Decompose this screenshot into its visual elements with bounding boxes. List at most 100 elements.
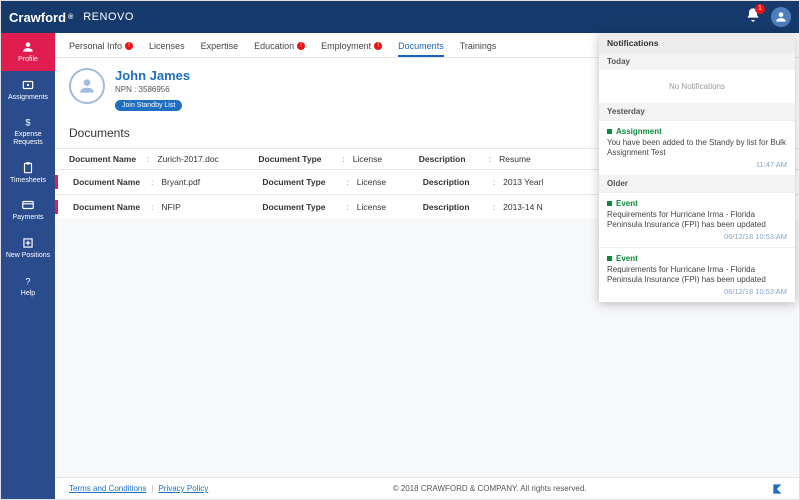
col-name-label: Document Name	[73, 202, 143, 212]
sidebar-item-timesheets[interactable]: Timesheets	[1, 154, 55, 192]
notif-tag: Assignment	[607, 127, 787, 136]
col-desc-label: Description	[419, 154, 481, 164]
svg-text:?: ?	[25, 276, 30, 286]
sidebar-item-assignments[interactable]: Assignments	[1, 71, 55, 109]
sidebar-label: Assignments	[8, 94, 48, 102]
notif-time: 06/12/18 10:53 AM	[607, 287, 787, 296]
tab-label: Trainings	[460, 41, 497, 51]
tab-label: Documents	[398, 41, 444, 51]
sidebar-item-positions[interactable]: New Positions	[1, 229, 55, 267]
col-name-label: Document Name	[73, 177, 143, 187]
notif-title: Notifications	[599, 33, 795, 53]
body: Profile Assignments $ Expense Requests T…	[1, 33, 799, 499]
footer: Terms and Conditions | Privacy Policy © …	[55, 477, 799, 499]
notifications-bell[interactable]: 1	[745, 7, 761, 28]
tab-label: Licenses	[149, 41, 185, 51]
notif-badge: 1	[755, 4, 765, 14]
tab-employment[interactable]: Employment!	[321, 41, 382, 51]
user-avatar[interactable]	[771, 7, 791, 27]
row-marker	[55, 175, 58, 189]
sidebar-label: Expense Requests	[3, 131, 53, 146]
doc-type: License	[353, 154, 413, 164]
sidebar-label: New Positions	[6, 252, 50, 260]
col-desc-label: Description	[423, 202, 485, 212]
sidebar-label: Profile	[18, 56, 38, 64]
row-marker	[55, 200, 58, 214]
notifications-panel: Notifications Today No Notifications Yes…	[599, 33, 795, 302]
notif-today-header: Today	[599, 53, 795, 70]
notif-older-header: Older	[599, 175, 795, 192]
join-standby-button[interactable]: Join Standby List	[115, 100, 182, 111]
notif-yesterday-header: Yesterday	[599, 103, 795, 120]
person-icon	[77, 76, 97, 96]
card-icon	[21, 198, 35, 212]
profile-info: John James NPN : 3586956 Join Standby Li…	[115, 68, 190, 112]
col-type-label: Document Type	[262, 177, 338, 187]
sidebar-item-help[interactable]: ? Help	[1, 267, 55, 305]
main-area: Personal Info! Licenses Expertise Educat…	[55, 33, 799, 499]
notif-text: Requirements for Hurricane Irma - Florid…	[607, 210, 787, 230]
brand-text: Crawford	[9, 10, 66, 25]
tab-trainings[interactable]: Trainings	[460, 41, 497, 51]
help-icon: ?	[21, 274, 35, 288]
tab-label: Employment	[321, 41, 371, 51]
sidebar-label: Timesheets	[10, 177, 46, 185]
top-bar: Crawford® RENOVO 1	[1, 1, 799, 33]
tab-label: Education	[254, 41, 294, 51]
tab-expertise[interactable]: Expertise	[201, 41, 239, 51]
npn-value: NPN : 3586956	[115, 85, 190, 94]
sidebar-item-payments[interactable]: Payments	[1, 191, 55, 229]
col-type-label: Document Type	[262, 202, 338, 212]
col-type-label: Document Type	[258, 154, 334, 164]
terms-link[interactable]: Terms and Conditions	[69, 484, 146, 493]
doc-type: License	[357, 177, 417, 187]
sidebar: Profile Assignments $ Expense Requests T…	[1, 33, 55, 499]
notif-text: Requirements for Hurricane Irma - Florid…	[607, 265, 787, 285]
notif-empty: No Notifications	[599, 70, 795, 103]
notif-time: 11:47 AM	[607, 160, 787, 169]
tab-documents[interactable]: Documents	[398, 41, 444, 57]
col-desc-label: Description	[423, 177, 485, 187]
app-root: Crawford® RENOVO 1 Profile Assignments $…	[0, 0, 800, 500]
notif-item[interactable]: Assignment You have been added to the St…	[599, 120, 795, 175]
profile-avatar	[69, 68, 105, 104]
dollar-icon: $	[21, 115, 35, 129]
tab-licenses[interactable]: Licenses	[149, 41, 185, 51]
tab-education[interactable]: Education!	[254, 41, 305, 51]
privacy-link[interactable]: Privacy Policy	[158, 484, 208, 493]
notif-item[interactable]: Event Requirements for Hurricane Irma - …	[599, 247, 795, 302]
copyright: © 2018 CRAWFORD & COMPANY. All rights re…	[208, 484, 771, 493]
tab-label: Expertise	[201, 41, 239, 51]
alert-icon: !	[125, 42, 133, 50]
person-name: John James	[115, 68, 190, 83]
sidebar-item-expense[interactable]: $ Expense Requests	[1, 108, 55, 153]
notif-tag: Event	[607, 199, 787, 208]
brand-logo: Crawford®	[9, 10, 73, 25]
brand-reg: ®	[68, 14, 73, 21]
doc-name: Zurich-2017.doc	[157, 154, 252, 164]
profile-icon	[21, 40, 35, 54]
assignments-icon	[21, 78, 35, 92]
tab-personal-info[interactable]: Personal Info!	[69, 41, 133, 51]
clipboard-icon	[21, 161, 35, 175]
notif-time: 06/12/18 10:53 AM	[607, 232, 787, 241]
notif-tag: Event	[607, 254, 787, 263]
sidebar-label: Payments	[12, 214, 43, 222]
sidebar-item-profile[interactable]: Profile	[1, 33, 55, 71]
alert-icon: !	[297, 42, 305, 50]
sidebar-label: Help	[21, 290, 35, 298]
col-name-label: Document Name	[69, 154, 139, 164]
notif-text: You have been added to the Standy by lis…	[607, 138, 787, 158]
doc-name: NFIP	[161, 202, 256, 212]
app-name: RENOVO	[83, 11, 134, 23]
doc-name: Bryant.pdf	[161, 177, 256, 187]
svg-text:$: $	[25, 118, 31, 128]
plus-icon	[21, 236, 35, 250]
alert-icon: !	[374, 42, 382, 50]
doc-type: License	[357, 202, 417, 212]
separator: |	[151, 484, 153, 493]
tab-label: Personal Info	[69, 41, 122, 51]
notif-item[interactable]: Event Requirements for Hurricane Irma - …	[599, 192, 795, 247]
footer-logo-icon	[771, 482, 785, 496]
person-icon	[774, 10, 788, 24]
